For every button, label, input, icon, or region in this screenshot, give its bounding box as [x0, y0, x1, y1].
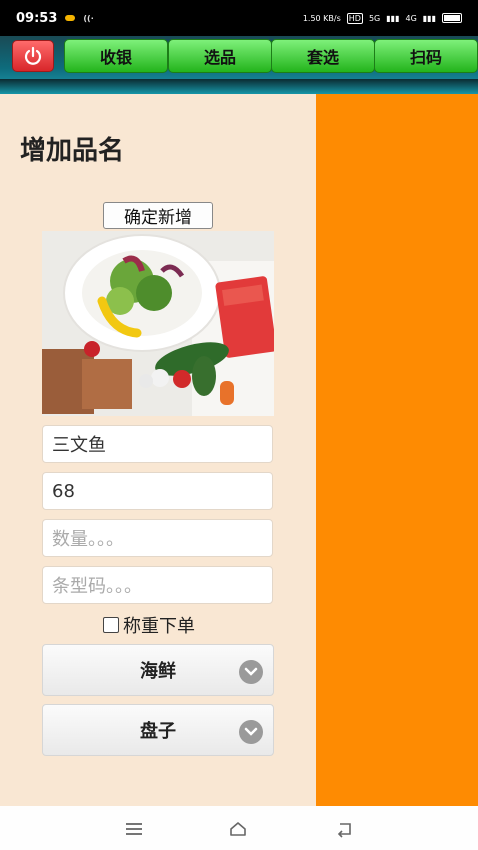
- battery-icon: [442, 13, 462, 23]
- nfc-icon: ((·: [83, 13, 94, 23]
- quantity-field[interactable]: 数量。。。: [42, 519, 273, 557]
- power-icon: [24, 46, 42, 65]
- product-name-field[interactable]: 三文鱼: [42, 425, 273, 463]
- status-time: 09:53: [16, 10, 58, 26]
- home-icon[interactable]: [228, 819, 248, 839]
- top-toolbar: 收银 选品 套选 扫码: [0, 36, 478, 94]
- status-bar: 09:53 ((· 1.50 KB/s HD 5G ▮▮▮ 4G ▮▮▮: [0, 0, 478, 36]
- signal-icon: ▮▮▮: [386, 13, 400, 23]
- unit-select[interactable]: 盘子: [42, 704, 274, 756]
- product-image[interactable]: [42, 231, 274, 416]
- signal-4g: 4G: [405, 13, 417, 23]
- menu-icon[interactable]: [124, 819, 144, 839]
- side-panel: [316, 94, 478, 806]
- confirm-add-button[interactable]: 确定新增: [103, 202, 213, 229]
- weigh-order-option[interactable]: 称重下单: [103, 612, 195, 638]
- signal-5g: 5G: [368, 13, 381, 23]
- page-title: 增加品名: [20, 136, 125, 166]
- notification-icon: [65, 15, 76, 21]
- system-nav-bar: [0, 806, 478, 850]
- tab-checkout[interactable]: 收银: [64, 39, 168, 73]
- power-button[interactable]: [12, 40, 54, 72]
- weigh-order-label: 称重下单: [123, 616, 195, 637]
- net-speed: 1.50 KB/s: [302, 13, 341, 23]
- tab-scan[interactable]: 扫码: [374, 39, 478, 73]
- weigh-order-checkbox[interactable]: [103, 617, 119, 633]
- tab-set-select[interactable]: 套选: [271, 39, 375, 73]
- category-select[interactable]: 海鲜: [42, 644, 274, 696]
- tab-select-product[interactable]: 选品: [168, 39, 272, 73]
- toolbar-strip: [0, 79, 478, 94]
- barcode-field[interactable]: 条型码。。。: [42, 566, 273, 604]
- chevron-down-icon: [239, 720, 263, 744]
- price-field[interactable]: 68: [42, 472, 273, 510]
- back-icon[interactable]: [335, 819, 355, 839]
- hd-badge: HD: [346, 12, 363, 24]
- signal-icon-2: ▮▮▮: [422, 13, 436, 23]
- chevron-down-icon: [239, 660, 263, 684]
